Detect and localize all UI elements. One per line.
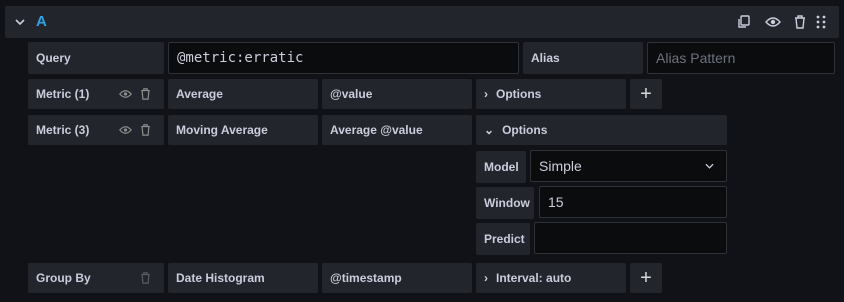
metric-1-label-text: Metric (1) <box>36 87 90 101</box>
chevron-down-icon <box>705 163 714 169</box>
drag-handle-icon[interactable] <box>814 14 828 30</box>
interval-label: Interval: auto <box>496 271 572 285</box>
interval-toggle[interactable]: › Interval: auto <box>476 263 626 293</box>
predict-label: Predict <box>476 223 530 255</box>
collapse-chevron-icon[interactable] <box>12 14 28 30</box>
duplicate-icon[interactable] <box>736 14 752 30</box>
metric-3-eye-icon[interactable] <box>116 122 134 138</box>
query-header <box>5 6 839 38</box>
metric-1-eye-icon[interactable] <box>116 86 134 102</box>
metric-1-field[interactable]: @value <box>322 79 472 109</box>
query-ref-letter[interactable]: A <box>36 13 47 30</box>
metric-3-trash-icon[interactable] <box>137 122 153 138</box>
query-label: Query <box>28 42 164 74</box>
group-by-field[interactable]: @timestamp <box>322 263 472 293</box>
window-input[interactable]: 15 <box>539 186 727 218</box>
chevron-right-icon: › <box>484 87 488 101</box>
add-metric-button[interactable]: + <box>630 79 662 109</box>
group-by-type[interactable]: Date Histogram <box>168 263 318 293</box>
predict-input[interactable] <box>534 222 727 254</box>
chevron-right-icon: › <box>484 271 488 285</box>
add-group-by-button[interactable]: + <box>630 263 662 293</box>
metric-1-options-toggle[interactable]: › Options <box>476 79 626 109</box>
metric-1-aggregation[interactable]: Average <box>168 79 318 109</box>
group-by-trash-icon[interactable] <box>137 270 153 286</box>
query-input[interactable]: @metric:erratic <box>168 42 519 74</box>
model-select-value: Simple <box>539 158 582 174</box>
metric-1-options-label: Options <box>496 87 542 101</box>
eye-icon[interactable] <box>764 14 782 30</box>
alias-input[interactable]: Alias Pattern <box>647 42 835 74</box>
metric-3-options-toggle[interactable]: ⌄ Options <box>476 115 727 145</box>
metric-3-field[interactable]: Average @value <box>322 115 472 145</box>
group-by-label-text: Group By <box>36 271 91 285</box>
chevron-down-icon: ⌄ <box>484 123 495 137</box>
metric-3-label-text: Metric (3) <box>36 123 90 137</box>
metric-1-trash-icon[interactable] <box>137 86 153 102</box>
metric-3-aggregation[interactable]: Moving Average <box>168 115 318 145</box>
model-select[interactable]: Simple <box>530 150 727 182</box>
metric-3-options-label: Options <box>502 123 548 137</box>
model-label: Model <box>476 151 526 183</box>
window-label: Window <box>476 187 534 219</box>
trash-icon[interactable] <box>792 14 808 30</box>
alias-label: Alias <box>523 42 643 74</box>
